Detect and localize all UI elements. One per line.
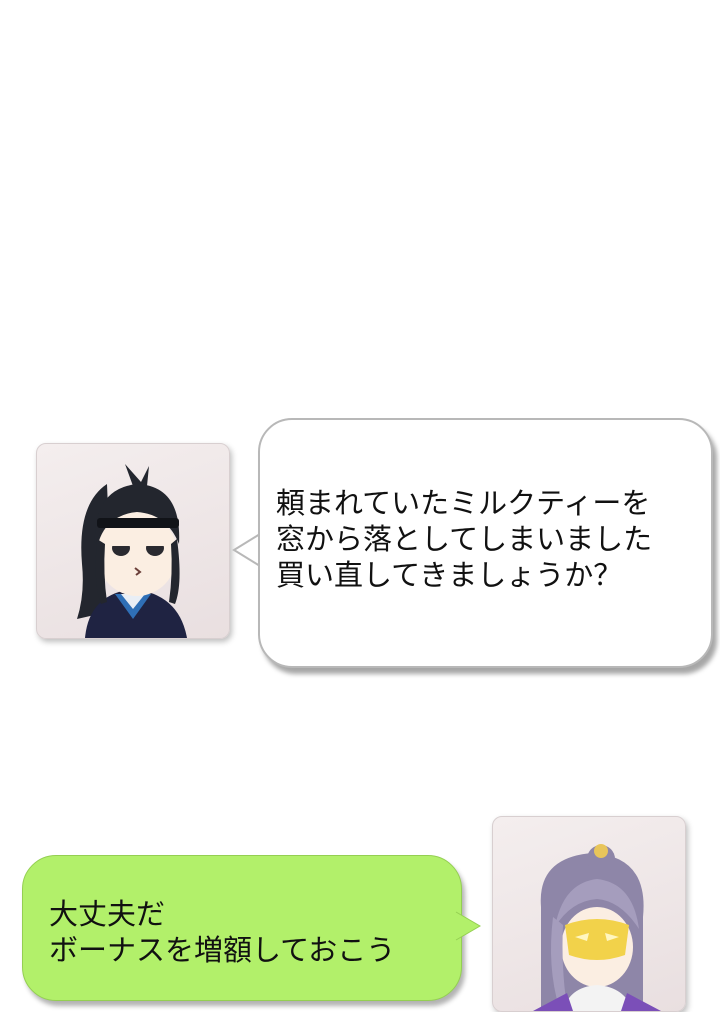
message-line: 頼まれていたミルクティーを: [276, 486, 651, 520]
speech-bubble-right: 大丈夫だ ボーナスを増額しておこう: [22, 855, 462, 1001]
message-line: 大丈夫だ: [49, 897, 166, 931]
bubble-tail-right: [454, 911, 481, 941]
message-line: 買い直してきましょうか？: [276, 558, 623, 592]
avatar-masked-character: [492, 816, 686, 1012]
avatar-ponytail-character: [36, 443, 230, 639]
speech-bubble-left: 頼まれていたミルクティーを 窓から落としてしまいました 買い直してきましょうか？: [258, 418, 713, 668]
ponytail-character-portrait: [77, 464, 187, 638]
masked-character-portrait: [533, 844, 661, 1011]
message-line: 窓から落としてしまいました: [276, 522, 653, 556]
message-line: ボーナスを増額しておこう: [49, 933, 396, 967]
